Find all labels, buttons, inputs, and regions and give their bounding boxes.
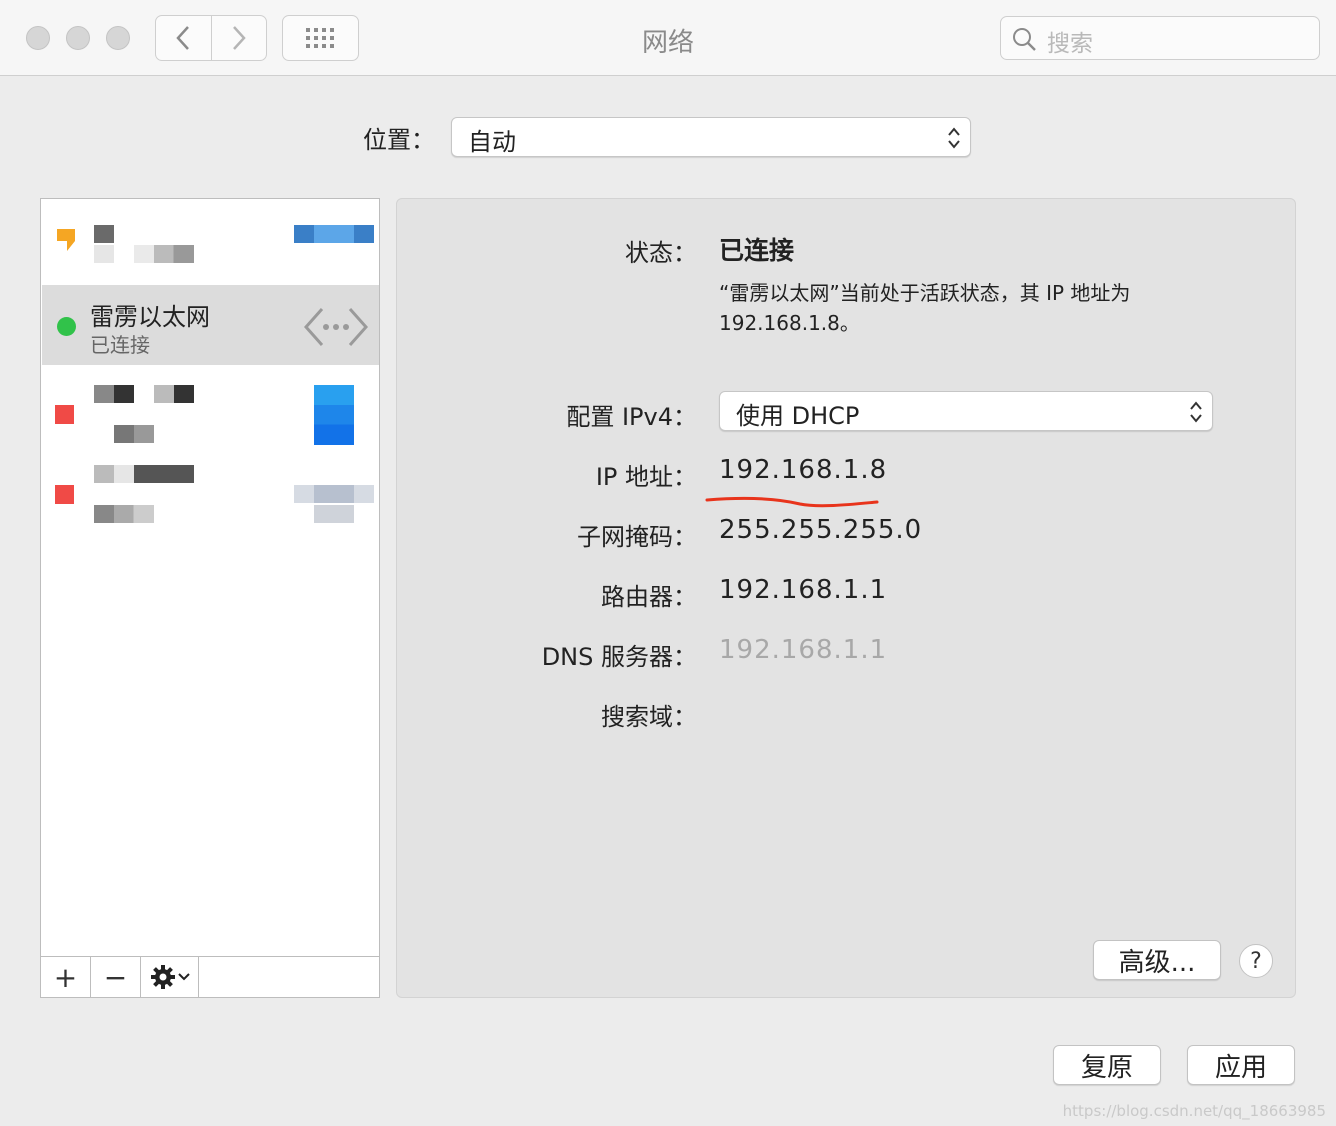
status-description-line2: 192.168.1.8。: [719, 311, 860, 335]
status-label: 状态：: [625, 239, 697, 267]
gear-icon: [150, 965, 175, 989]
search-domain-label: 搜索域：: [601, 703, 697, 731]
status-description-line1: “雷雳以太网”当前处于活跃状态，其 IP 地址为: [719, 281, 1131, 305]
action-menu-button[interactable]: [141, 957, 199, 997]
service-list: 雷雳以太网 已连接 + −: [40, 198, 380, 998]
search-icon: [1013, 28, 1036, 51]
up-down-arrows-icon: [1190, 401, 1202, 423]
list-item-obscured-3[interactable]: [41, 461, 379, 531]
subnet-mask-label: 子网掩码：: [577, 523, 697, 551]
location-label: 位置：: [363, 126, 435, 154]
up-down-arrows-icon: [948, 127, 960, 149]
apply-button[interactable]: 应用: [1187, 1045, 1295, 1085]
service-name: 雷雳以太网: [90, 303, 210, 331]
router-label: 路由器：: [601, 583, 697, 611]
chevron-down-icon: [177, 973, 190, 981]
configure-ipv4-popup[interactable]: 使用 DHCP: [719, 391, 1213, 431]
ip-address-value: 192.168.1.8: [719, 455, 888, 485]
revert-button[interactable]: 复原: [1053, 1045, 1161, 1085]
router-value: 192.168.1.1: [719, 575, 888, 605]
ethernet-icon: [304, 308, 368, 346]
list-item-obscured-1[interactable]: [51, 223, 381, 283]
title-bar: 网络 搜索: [0, 0, 1336, 76]
connected-status-dot: [57, 317, 76, 336]
status-dot-icon: [55, 485, 74, 504]
service-status: 已连接: [90, 333, 150, 357]
status-dot-icon: [57, 229, 75, 251]
watermark: https://blog.csdn.net/qq_18663985: [1062, 1102, 1326, 1120]
ip-address-label: IP 地址：: [595, 463, 697, 491]
add-service-button[interactable]: +: [41, 957, 91, 997]
search-placeholder: 搜索: [1047, 31, 1093, 57]
list-item-thunderbolt-ethernet[interactable]: 雷雳以太网 已连接: [42, 285, 379, 365]
help-button[interactable]: ?: [1239, 944, 1273, 978]
location-popup[interactable]: 自动: [451, 117, 971, 157]
status-dot-icon: [55, 405, 74, 424]
subnet-mask-value: 255.255.255.0: [719, 515, 923, 545]
search-field[interactable]: 搜索: [1000, 16, 1320, 60]
remove-service-button[interactable]: −: [91, 957, 141, 997]
location-value: 自动: [468, 128, 516, 156]
configure-ipv4-value: 使用 DHCP: [736, 402, 860, 430]
service-list-toolbar: + −: [41, 956, 379, 997]
dns-server-value: 192.168.1.1: [719, 635, 888, 665]
detail-pane: 状态： 已连接 “雷雳以太网”当前处于活跃状态，其 IP 地址为 192.168…: [396, 198, 1296, 998]
dns-server-label: DNS 服务器：: [541, 643, 697, 671]
status-value: 已连接: [719, 236, 795, 265]
red-underline-annotation: [705, 496, 879, 508]
list-item-obscured-2[interactable]: [41, 379, 379, 449]
advanced-button[interactable]: 高级...: [1093, 940, 1221, 980]
configure-ipv4-label: 配置 IPv4：: [566, 403, 697, 431]
